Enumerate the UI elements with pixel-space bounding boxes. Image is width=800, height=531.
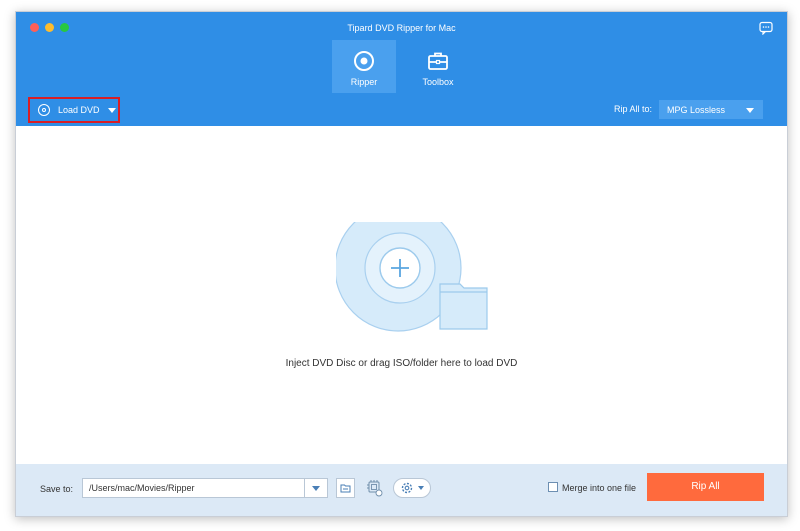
chevron-down-icon: [746, 108, 754, 113]
bottom-bar: Save to: /Users/mac/Movies/Ripper Merge …: [16, 464, 787, 516]
load-dvd-button[interactable]: Load DVD: [28, 97, 120, 123]
gpu-chip-icon: [367, 480, 383, 497]
tab-ripper-label: Ripper: [350, 77, 378, 87]
toolbar: Load DVD Rip All to: MPG Lossless: [16, 93, 787, 126]
toolbox-icon: [427, 50, 449, 72]
feedback-icon[interactable]: [759, 21, 773, 36]
open-folder-button[interactable]: [336, 478, 355, 498]
load-dvd-label: Load DVD: [58, 105, 100, 115]
output-format-value: MPG Lossless: [667, 105, 726, 115]
merge-checkbox[interactable]: [548, 482, 558, 492]
drop-zone[interactable]: Inject DVD Disc or drag ISO/folder here …: [16, 126, 787, 464]
app-window: Tipard DVD Ripper for Mac Ripper Toolbox…: [15, 11, 788, 517]
chevron-down-icon[interactable]: [108, 108, 116, 113]
folder-icon: [340, 484, 351, 493]
chevron-down-icon[interactable]: [312, 486, 320, 491]
output-format-select[interactable]: MPG Lossless: [659, 100, 763, 119]
hardware-acceleration-button[interactable]: [365, 478, 384, 498]
tab-ripper[interactable]: Ripper: [332, 40, 396, 93]
ripper-disc-icon: [353, 50, 375, 72]
rip-all-to-label: Rip All to:: [614, 104, 653, 114]
save-path-value: /Users/mac/Movies/Ripper: [89, 483, 195, 493]
add-dvd-illustration[interactable]: [334, 204, 492, 337]
save-path-field[interactable]: /Users/mac/Movies/Ripper: [82, 478, 328, 498]
tab-toolbox-label: Toolbox: [422, 77, 454, 87]
disc-icon: [38, 104, 50, 116]
window-title: Tipard DVD Ripper for Mac: [347, 23, 456, 33]
drop-zone-hint: Inject DVD Disc or drag ISO/folder here …: [285, 358, 518, 369]
path-divider: [304, 479, 305, 497]
rip-all-button[interactable]: Rip All: [647, 473, 764, 501]
save-to-label: Save to:: [40, 484, 74, 494]
settings-button[interactable]: [393, 478, 431, 498]
chevron-down-icon: [418, 486, 424, 490]
header: Tipard DVD Ripper for Mac Ripper Toolbox…: [16, 12, 787, 126]
tab-toolbox[interactable]: Toolbox: [406, 40, 470, 93]
gear-icon: [401, 482, 413, 494]
merge-label[interactable]: Merge into one file: [562, 483, 636, 493]
